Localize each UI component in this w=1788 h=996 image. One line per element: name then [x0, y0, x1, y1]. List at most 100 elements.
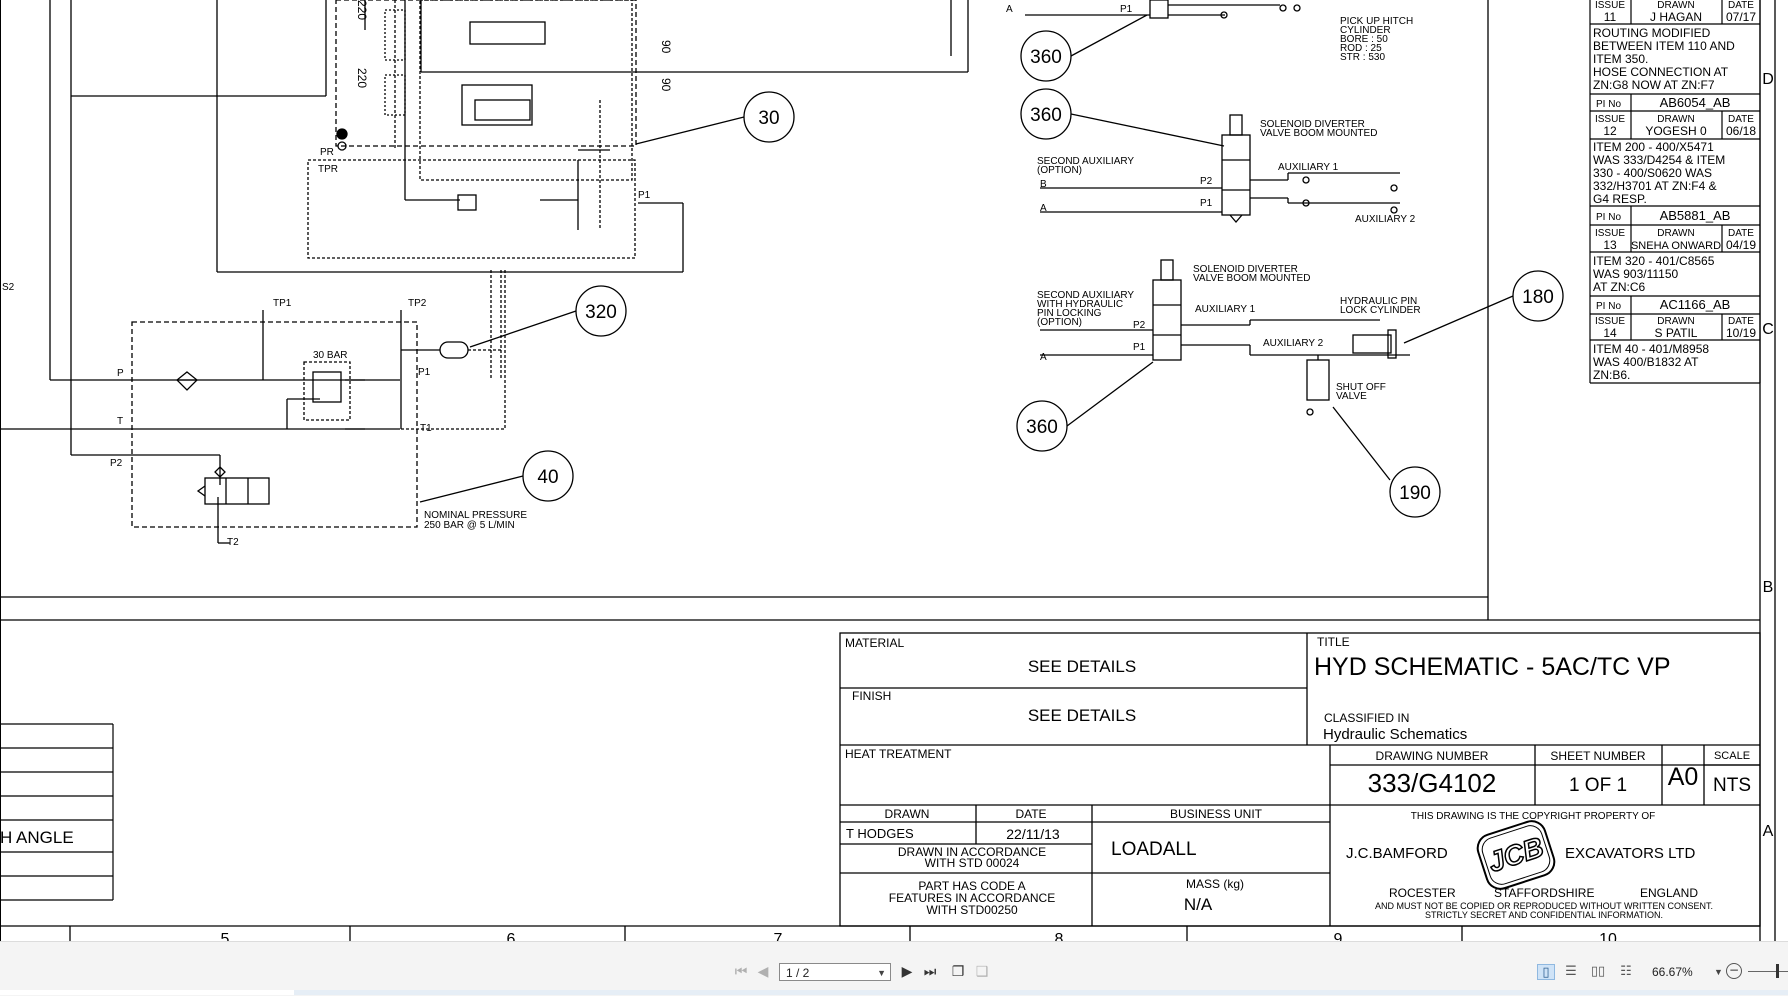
rev11-date: 07/17: [1726, 10, 1756, 24]
label-aux1b: AUXILIARY 1: [1195, 304, 1256, 315]
fit-width-icon[interactable]: ❑: [972, 962, 992, 982]
finish-label: FINISH: [852, 689, 891, 703]
callout-40: 40: [537, 467, 558, 488]
chevron-down-icon: ▼: [877, 968, 886, 978]
label-str: STR : 530: [1340, 52, 1385, 63]
rev11-pi: AB6054_AB: [1660, 95, 1731, 110]
rev12-drawn: YOGESH 0: [1645, 124, 1707, 138]
rev13-line-1: ITEM 320 - 401/C8565: [1593, 254, 1715, 268]
callout-30: 30: [758, 108, 779, 129]
jcb-logo-text: JCB: [1484, 831, 1547, 878]
first-page-icon[interactable]: ⏮: [731, 962, 751, 982]
viewer-toolbar: [0, 941, 1788, 996]
rev11-pi-label: PI No: [1596, 99, 1621, 110]
drawing-number: 333/G4102: [1368, 768, 1497, 798]
address-2: STAFFORDSHIRE: [1494, 886, 1594, 900]
rev14-issue: 14: [1603, 326, 1617, 340]
zoom-slider[interactable]: [1748, 971, 1788, 972]
label-t: T: [117, 416, 123, 427]
rev12-pi: AB5881_AB: [1660, 208, 1731, 223]
last-page-icon[interactable]: ⏭: [920, 962, 940, 982]
taskbar-tab: [0, 990, 294, 995]
business-unit-label: BUSINESS UNIT: [1170, 807, 1263, 821]
rev11-issue: 11: [1604, 10, 1617, 24]
mass-label: MASS (kg): [1186, 877, 1244, 891]
label-tp2: TP2: [408, 298, 427, 309]
zone-number-8: 8: [1055, 931, 1064, 941]
classified-label: CLASSIFIED IN: [1324, 711, 1409, 725]
rev11-drawn: J HAGAN: [1650, 10, 1702, 24]
label-b1: B: [1040, 179, 1047, 190]
zone-letter-b: B: [1763, 579, 1774, 596]
rev11-line-5: ZN:G8 NOW AT ZN:F7: [1593, 78, 1715, 92]
material-label: MATERIAL: [845, 636, 904, 650]
sheet-size: A0: [1668, 763, 1699, 791]
rev13-drawn: SNEHA ONWARD: [1631, 240, 1721, 252]
label-tp1: TP1: [273, 298, 292, 309]
single-page-view-icon[interactable]: ▯: [1537, 964, 1555, 980]
label-aux2: AUXILIARY 2: [1355, 214, 1416, 225]
drawing-title: HYD SCHEMATIC - 5AC/TC VP: [1314, 653, 1671, 681]
zone-number-10: 10: [1599, 931, 1617, 941]
zoom-level[interactable]: 66.67%: [1652, 964, 1693, 980]
rev13-pi: AC1166_AB: [1660, 297, 1731, 312]
rev12-line-1: ITEM 200 - 400/X5471: [1593, 140, 1714, 154]
label-t2: T2: [227, 537, 239, 548]
rev14-line-1: ITEM 40 - 401/M8958: [1593, 342, 1709, 356]
rev13-pi-label: PI No: [1596, 301, 1621, 312]
rev14-date: 10/19: [1726, 326, 1756, 340]
next-page-icon[interactable]: ▶: [897, 962, 917, 982]
continuous-view-icon[interactable]: ☰: [1562, 964, 1580, 980]
callout-190: 190: [1399, 483, 1431, 504]
label-p: P: [117, 368, 124, 379]
two-page-view-icon[interactable]: ▯▯: [1589, 964, 1607, 980]
label-second-aux1-b: (OPTION): [1037, 165, 1082, 176]
rev13-line-2: WAS 903/11150: [1593, 267, 1678, 281]
drawn-date: 22/11/13: [1006, 826, 1060, 842]
label-aux1: AUXILIARY 1: [1278, 162, 1339, 173]
two-page-continuous-icon[interactable]: ☷: [1617, 964, 1635, 980]
label-p1-r1: P1: [1200, 198, 1213, 209]
rev14-line-2: WAS 400/B1832 AT: [1593, 355, 1699, 369]
rev13-date: 04/19: [1726, 238, 1756, 252]
fit-page-icon[interactable]: ❐: [948, 962, 968, 982]
rev12-issue: 12: [1603, 124, 1617, 138]
drawn-by: T HODGES: [846, 826, 914, 841]
zone-letter-d: D: [1762, 71, 1774, 88]
rev11-line-4: HOSE CONNECTION AT: [1593, 65, 1729, 79]
rev13-line-3: AT ZN:C6: [1593, 280, 1646, 294]
zoom-slider-handle[interactable]: [1776, 964, 1779, 978]
rev12-line-4: 332/H3701 AT ZN:F4 &: [1593, 179, 1717, 193]
zoom-dropdown-icon[interactable]: ▼: [1714, 964, 1723, 980]
page-number-value: 1 / 2: [786, 966, 810, 980]
label-nominal-2: 250 BAR @ 5 L/MIN: [424, 520, 515, 531]
rev11-line-3: ITEM 350.: [1593, 52, 1648, 66]
label-30bar: 30 BAR: [313, 350, 347, 361]
label-second-aux2-d: (OPTION): [1037, 317, 1082, 328]
scale-label: SCALE: [1714, 750, 1750, 762]
rev13-drawn-hdr: DRAWN: [1657, 228, 1694, 239]
page-number-select[interactable]: 1 / 2 ▼: [779, 963, 891, 981]
pdf-viewer: 30 320 40 360 360 360 180 190 P T P2 T2 …: [0, 0, 1788, 996]
label-solenoid1-b: VALVE BOOM MOUNTED: [1260, 128, 1377, 139]
previous-page-icon[interactable]: ◀: [753, 962, 773, 982]
company-right: EXCAVATORS LTD: [1565, 845, 1695, 862]
label-tpr: TPR: [318, 164, 338, 175]
sheet-number-label: SHEET NUMBER: [1550, 749, 1645, 763]
label-220-a: 220: [355, 0, 369, 20]
rev11-line-2: BETWEEN ITEM 110 AND: [1593, 39, 1735, 53]
zoom-out-icon[interactable]: −: [1726, 963, 1742, 979]
label-90-b: 90: [659, 78, 673, 92]
drawing-canvas: 30 320 40 360 360 360 180 190 P T P2 T2 …: [0, 0, 1776, 941]
label-90-a: 90: [659, 40, 673, 54]
label-p2-r2: P2: [1133, 320, 1146, 331]
rev11-line-1: ROUTING MODIFIED: [1593, 26, 1711, 40]
finish-value: SEE DETAILS: [1028, 706, 1136, 725]
label-angle: H ANGLE: [0, 828, 74, 847]
material-value: SEE DETAILS: [1028, 657, 1136, 676]
date-label: DATE: [1015, 807, 1046, 821]
std-line-2: WITH STD 00024: [925, 856, 1020, 870]
address-3: ENGLAND: [1640, 886, 1698, 900]
label-220-b: 220: [355, 68, 369, 88]
callout-320: 320: [585, 302, 617, 323]
